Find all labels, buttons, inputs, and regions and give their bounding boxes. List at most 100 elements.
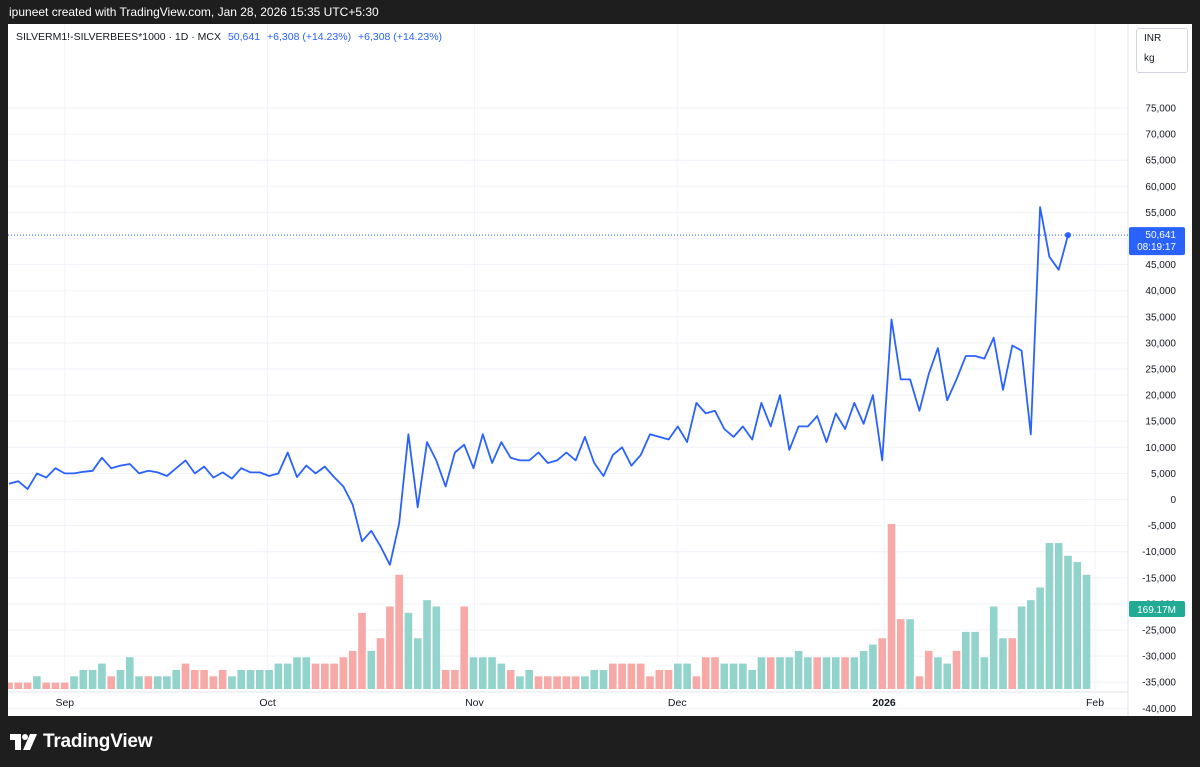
y-tick-label: 30,000	[1145, 338, 1176, 349]
volume-bar	[553, 676, 561, 689]
volume-bar	[683, 663, 691, 689]
volume-bar	[367, 650, 376, 689]
volume-bar	[265, 669, 273, 689]
volume-bar	[246, 669, 255, 689]
volume-bar	[1008, 638, 1017, 689]
volume-bar	[599, 669, 608, 689]
volume-bar	[989, 606, 998, 689]
volume-bar	[887, 524, 896, 689]
chart-area[interactable]: 75,00070,00065,00060,00055,00050,00045,0…	[8, 24, 1192, 716]
chart-header: ipuneet created with TradingView.com, Ja…	[9, 5, 379, 19]
volume-bar	[311, 663, 320, 689]
price-label-value: 50,641	[1145, 230, 1176, 241]
volume-bar	[413, 638, 422, 689]
volume-bar	[822, 657, 831, 689]
volume-bar	[850, 657, 859, 689]
unit-selector[interactable]: INR kg	[1136, 28, 1188, 73]
volume-bar	[934, 657, 942, 689]
volume-bar	[33, 676, 41, 689]
y-tick-label: 10,000	[1145, 443, 1176, 454]
y-tick-label: -35,000	[1142, 678, 1176, 689]
volume-bar	[999, 638, 1007, 689]
tradingview-logo-icon	[10, 734, 37, 750]
volume-bar	[646, 676, 654, 689]
chart-legend: SILVERM1!-SILVERBEES*1000 · 1D · MCX 50,…	[16, 31, 442, 43]
volume-bar	[543, 676, 552, 689]
volume-bar	[952, 650, 961, 689]
volume-bar	[200, 669, 208, 689]
volume-bar	[924, 650, 933, 689]
y-tick-label: 20,000	[1145, 391, 1176, 402]
volume-bar	[841, 657, 849, 689]
y-tick-label: 0	[1170, 495, 1176, 506]
volume-bar	[794, 650, 803, 689]
legend-change-2: +6,308 (+14.23%)	[357, 31, 443, 43]
y-tick-label: -15,000	[1142, 573, 1176, 584]
volume-bar	[1082, 574, 1091, 689]
volume-bar	[302, 657, 311, 689]
volume-bar	[664, 669, 673, 689]
volume-bar	[42, 682, 50, 689]
legend-symbol[interactable]: SILVERM1!-SILVERBEES*1000 · 1D · MCX	[16, 31, 221, 43]
volume-bar	[804, 657, 812, 689]
volume-bar	[618, 663, 626, 689]
volume-bar	[8, 682, 13, 689]
volume-bar	[1054, 543, 1063, 689]
x-tick-label: Dec	[668, 697, 687, 709]
volume-bar	[330, 663, 338, 689]
volume-bar	[70, 676, 78, 689]
volume-bar	[125, 657, 134, 689]
volume-bar	[831, 657, 840, 689]
volume-bar	[88, 669, 97, 689]
volume-bar	[748, 669, 756, 689]
volume-bar	[460, 606, 468, 689]
volume-bar	[869, 644, 877, 689]
volume-bar	[79, 669, 88, 689]
volume-bar	[896, 619, 905, 689]
volume-bar	[218, 669, 227, 689]
volume-bar	[1036, 587, 1044, 689]
volume-bar	[692, 676, 701, 689]
x-tick-label: Sep	[55, 697, 74, 709]
volume-bar	[478, 657, 487, 689]
volume-bar	[395, 574, 403, 689]
legend-change-1: +6,308 (+14.23%)	[267, 31, 352, 43]
volume-bar	[636, 663, 645, 689]
volume-bar	[283, 663, 292, 689]
y-tick-label: 70,000	[1145, 130, 1176, 141]
tradingview-logo[interactable]: TradingView	[10, 731, 153, 753]
y-tick-label: 5,000	[1151, 469, 1176, 480]
volume-bar	[423, 600, 431, 689]
chart-svg[interactable]: 75,00070,00065,00060,00055,00050,00045,0…	[8, 24, 1192, 716]
legend-last-value: 50,641	[227, 31, 261, 43]
volume-bar	[655, 669, 664, 689]
y-tick-label: 15,000	[1145, 417, 1176, 428]
volume-bar	[274, 663, 283, 689]
y-tick-label: 60,000	[1145, 182, 1176, 193]
volume-bar	[404, 612, 413, 689]
volume-bar	[432, 606, 441, 689]
volume-bar	[441, 669, 450, 689]
series-line	[8, 206, 1069, 566]
volume-bar	[348, 650, 357, 689]
volume-bar	[116, 669, 125, 689]
currency-label[interactable]: INR	[1137, 29, 1187, 49]
y-tick-label: 65,000	[1145, 156, 1176, 167]
volume-bar	[181, 663, 190, 689]
y-tick-label: -10,000	[1142, 547, 1176, 558]
volume-bar	[701, 657, 710, 689]
volume-bar	[1073, 562, 1082, 689]
y-tick-label: -30,000	[1142, 652, 1176, 663]
volume-bar	[571, 676, 580, 689]
volume-bar	[376, 638, 385, 689]
unit-label[interactable]: kg	[1137, 49, 1187, 69]
volume-bar	[23, 682, 32, 689]
volume-bar	[776, 657, 784, 689]
volume-bar	[739, 663, 747, 689]
volume-bar	[971, 631, 979, 689]
volume-bar	[237, 669, 246, 689]
volume-bar	[516, 676, 524, 689]
volume-bar	[339, 657, 348, 689]
y-tick-label: 45,000	[1145, 260, 1176, 271]
volume-bar	[321, 663, 329, 689]
